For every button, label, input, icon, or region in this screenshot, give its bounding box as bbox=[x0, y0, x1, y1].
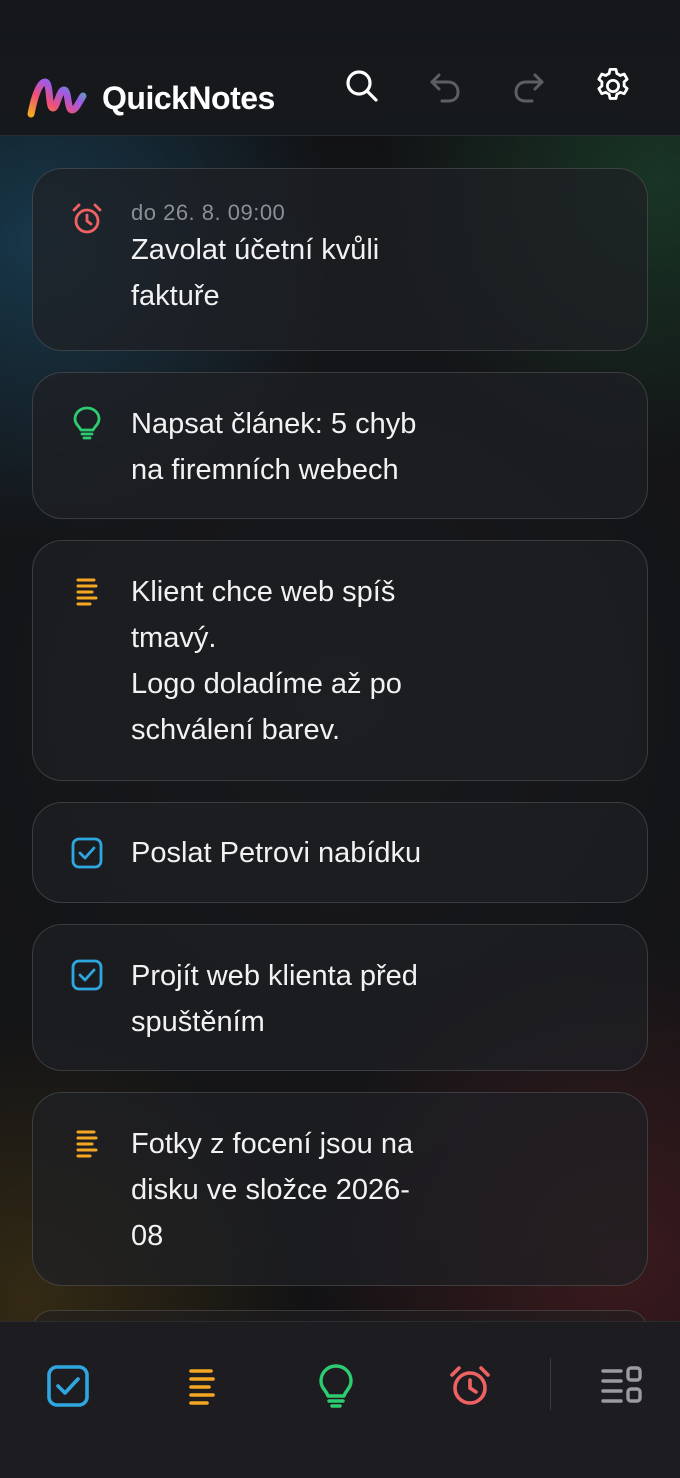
note-text: Poslat Petrovi nabídku bbox=[131, 837, 422, 869]
note-text: Napsat článek: 5 chyb na firemních webec… bbox=[131, 408, 417, 486]
search-button[interactable] bbox=[338, 62, 386, 110]
redo-icon bbox=[514, 73, 544, 103]
top-app-bar: QuickNotes bbox=[0, 0, 680, 136]
filter-button[interactable] bbox=[596, 1360, 648, 1412]
app-title: QuickNotes bbox=[102, 80, 275, 116]
settings-icon bbox=[597, 67, 629, 100]
add-idea-icon bbox=[319, 1364, 353, 1408]
redo-button[interactable] bbox=[505, 62, 553, 110]
notes-list: do 26. 8. 09:00 Zavolat účetní kvůli fak… bbox=[32, 168, 648, 1307]
app-root: QuickNotes do 26. 8. 09:00 Zavolat účetn… bbox=[0, 0, 680, 1478]
add-idea-button[interactable] bbox=[310, 1360, 362, 1412]
checkbox-icon[interactable] bbox=[69, 957, 105, 993]
add-reminder-icon bbox=[450, 1366, 490, 1405]
text-lines-icon bbox=[69, 573, 105, 609]
note-text: Klient chce web spíš tmavý. Logo doladím… bbox=[131, 576, 402, 746]
note-card-task[interactable]: Poslat Petrovi nabídku bbox=[32, 802, 648, 903]
logo-icon bbox=[27, 78, 87, 118]
checkbox-icon[interactable] bbox=[69, 835, 105, 871]
note-card-idea[interactable]: Napsat článek: 5 chyb na firemních webec… bbox=[32, 372, 648, 519]
note-text: Projít web klienta před spuštěním bbox=[131, 960, 418, 1038]
note-card-text[interactable]: Klient chce web spíš tmavý. Logo doladím… bbox=[32, 540, 648, 781]
add-note-button[interactable] bbox=[176, 1360, 228, 1412]
note-due-date: do 26. 8. 09:00 bbox=[131, 200, 286, 225]
note-text: Zavolat účetní kvůli faktuře bbox=[131, 234, 380, 312]
alarm-clock-icon bbox=[69, 201, 105, 237]
note-card-reminder[interactable]: do 26. 8. 09:00 Zavolat účetní kvůli fak… bbox=[32, 168, 648, 351]
toolbar-divider bbox=[550, 1358, 551, 1410]
add-note-icon bbox=[189, 1369, 215, 1405]
text-lines-icon bbox=[69, 1125, 105, 1161]
note-card-task[interactable]: Projít web klienta před spuštěním bbox=[32, 924, 648, 1071]
note-card-text[interactable]: Fotky z focení jsou na disku ve složce 2… bbox=[32, 1092, 648, 1286]
undo-button[interactable] bbox=[421, 62, 469, 110]
note-text: Fotky z focení jsou na disku ve složce 2… bbox=[131, 1128, 414, 1252]
settings-button[interactable] bbox=[589, 62, 637, 110]
lightbulb-icon bbox=[69, 405, 105, 441]
add-reminder-button[interactable] bbox=[444, 1360, 496, 1412]
add-task-button[interactable] bbox=[42, 1360, 94, 1412]
filter-icon bbox=[601, 1366, 642, 1403]
search-icon bbox=[346, 70, 378, 102]
add-task-icon bbox=[47, 1365, 89, 1407]
undo-icon bbox=[430, 73, 460, 103]
